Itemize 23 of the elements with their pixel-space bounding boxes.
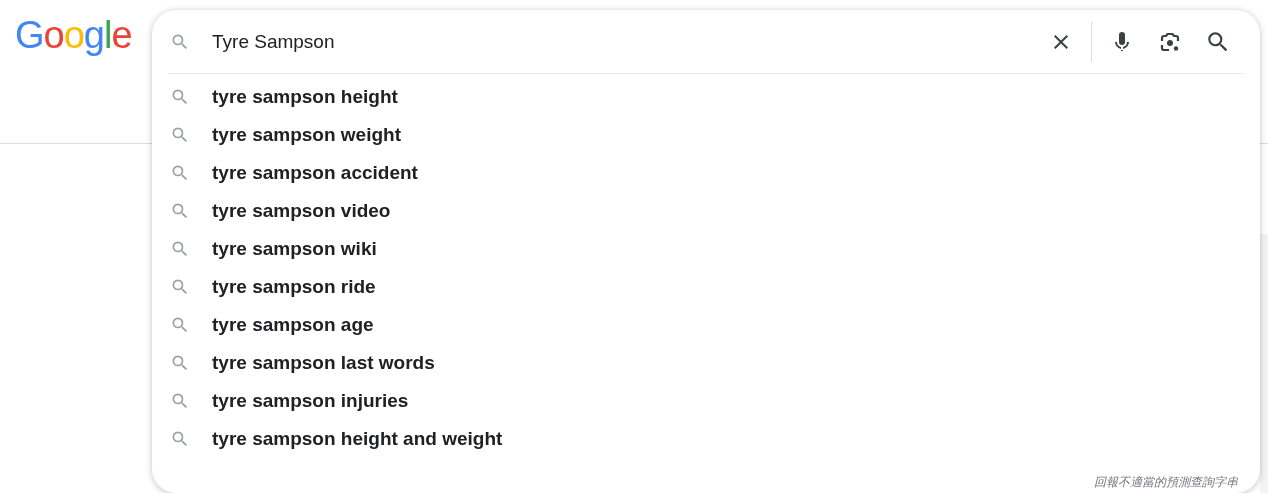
search-icon bbox=[170, 353, 190, 373]
suggestion-item[interactable]: tyre sampson age bbox=[152, 306, 1260, 344]
suggestion-item[interactable]: tyre sampson last words bbox=[152, 344, 1260, 382]
suggestion-item[interactable]: tyre sampson height and weight bbox=[152, 420, 1260, 458]
suggestion-item[interactable]: tyre sampson accident bbox=[152, 154, 1260, 192]
search-icon bbox=[170, 315, 190, 335]
search-icon bbox=[170, 87, 190, 107]
search-icon bbox=[170, 391, 190, 411]
suggestion-item[interactable]: tyre sampson injuries bbox=[152, 382, 1260, 420]
search-icon bbox=[170, 125, 190, 145]
search-icon bbox=[170, 239, 190, 259]
suggestion-item[interactable]: tyre sampson ride bbox=[152, 268, 1260, 306]
suggestion-item[interactable]: tyre sampson weight bbox=[152, 116, 1260, 154]
search-field[interactable]: Tyre Sampson bbox=[212, 30, 1037, 53]
search-icon bbox=[170, 277, 190, 297]
logo: Google bbox=[15, 14, 132, 57]
search-icon bbox=[170, 201, 190, 221]
suggestion-item[interactable]: tyre sampson video bbox=[152, 192, 1260, 230]
report-link[interactable]: 回報不適當的預測查詢字串 bbox=[1094, 474, 1238, 491]
search-icon bbox=[170, 429, 190, 449]
suggestion-item[interactable]: tyre sampson wiki bbox=[152, 230, 1260, 268]
suggestion-item[interactable]: tyre sampson height bbox=[152, 78, 1260, 116]
search-icon bbox=[170, 163, 190, 183]
